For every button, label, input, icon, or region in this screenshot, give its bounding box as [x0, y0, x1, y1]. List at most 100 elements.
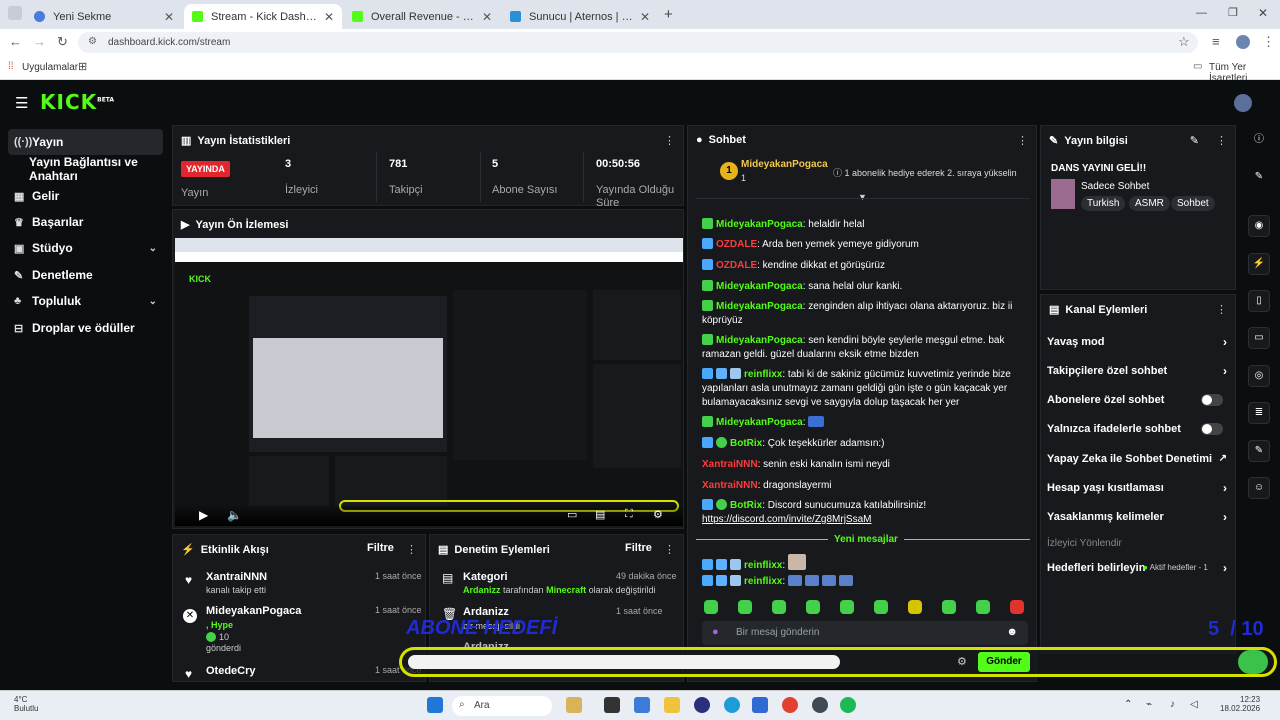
profile-avatar[interactable] — [1236, 35, 1250, 49]
pip-icon[interactable]: ▭ — [567, 508, 577, 521]
emote-quick-10[interactable] — [1010, 600, 1024, 614]
emote-quick-4[interactable] — [806, 600, 820, 614]
edit-icon[interactable]: ✎ — [1248, 167, 1270, 189]
start-windows-icon[interactable] — [427, 697, 443, 713]
volume-icon[interactable]: 🔈 — [227, 508, 242, 522]
activity-user[interactable]: MideyakanPogaca — [206, 605, 301, 617]
teams-icon[interactable] — [634, 697, 650, 713]
action-emote-only[interactable]: Yalnızca ifadelerle sohbet — [1047, 414, 1233, 443]
user-avatar[interactable] — [1234, 94, 1252, 112]
task-view-icon[interactable] — [604, 697, 620, 713]
kick-logo[interactable]: KICKBETA — [40, 90, 114, 114]
play-icon[interactable]: ▶ — [199, 508, 208, 522]
tag-chip[interactable]: Sohbet — [1171, 196, 1215, 211]
edit-pencil-icon[interactable]: ✎ — [1190, 134, 1199, 147]
app-icon[interactable] — [694, 697, 710, 713]
info-icon[interactable]: ⓘ — [1248, 130, 1270, 152]
action-followers-only[interactable]: Takipçilere özel sohbet › — [1047, 356, 1233, 385]
clock[interactable]: 12:23 18.02.2026 — [1220, 695, 1260, 713]
action-subscribers-only[interactable]: Abonelere özel sohbet — [1047, 385, 1233, 414]
emote-quick-9[interactable] — [976, 600, 990, 614]
activity-user[interactable]: XantraiNNN — [206, 571, 267, 583]
camera-icon[interactable]: ◉ — [1248, 215, 1270, 237]
bookmark-star-icon[interactable]: ☆ — [1178, 34, 1190, 50]
back-icon[interactable]: ← — [9, 34, 22, 49]
moderation-filter-button[interactable]: Filtre — [625, 542, 652, 554]
send-button[interactable]: Gönder — [978, 652, 1030, 672]
window-close-icon[interactable]: ✕ — [1258, 6, 1268, 20]
tab-list-icon[interactable] — [8, 6, 22, 20]
tab-stream-dashboard[interactable]: Stream - Kick Dashboard ✕ — [184, 4, 342, 29]
collapse-arrow-icon[interactable]: ▼ — [858, 192, 867, 202]
emote-quick-7[interactable] — [908, 600, 922, 614]
more-icon[interactable]: ⋮ — [1216, 303, 1227, 316]
edge-icon[interactable] — [724, 697, 740, 713]
action-slow-mode[interactable]: Yavaş mod › — [1047, 327, 1233, 356]
emote-only-toggle[interactable] — [1201, 422, 1223, 435]
chat-settings-gear-icon[interactable]: ⚙ — [957, 655, 967, 668]
microphone-icon[interactable]: ● — [712, 626, 719, 638]
theater-icon[interactable]: ▤ — [595, 508, 605, 521]
sidebar-item-studyo[interactable]: ▣ Stüdyo ⌄ — [8, 235, 163, 261]
emote-quick-2[interactable] — [738, 600, 752, 614]
chrome-icon[interactable] — [782, 697, 798, 713]
fullscreen-icon[interactable]: ⛶ — [625, 508, 633, 521]
lightning-icon[interactable]: ⚡ — [1248, 253, 1270, 275]
action-set-goals[interactable]: Hedefleri belirleyin ● Aktif hedefler - 1… — [1047, 553, 1233, 582]
tab-overall-revenue[interactable]: Overall Revenue - Kick Dashbo... ✕ — [344, 4, 500, 29]
file-explorer-icon[interactable] — [664, 697, 680, 713]
sidebar-item-droplar[interactable]: ⊟ Droplar ve ödüller — [8, 315, 163, 341]
tab-aternos[interactable]: Sunucu | Aternos | Ücretsiz Min... ✕ — [502, 4, 658, 29]
maximize-icon[interactable]: ❐ — [1228, 6, 1238, 19]
user-icon[interactable]: ☺ — [1248, 477, 1270, 499]
close-icon[interactable]: ✕ — [324, 10, 334, 24]
volume-icon[interactable]: ◁ — [1190, 699, 1198, 710]
emote-quick-6[interactable] — [874, 600, 888, 614]
more-icon[interactable]: ⋮ — [1216, 134, 1227, 147]
tab-new-tab[interactable]: Yeni Sekme ✕ — [26, 4, 182, 29]
new-tab-plus-icon[interactable]: + — [664, 6, 673, 23]
emoji-icon[interactable]: ☻ — [1006, 626, 1018, 638]
weather-widget[interactable]: 4°C Bulutlu — [14, 695, 38, 713]
top-gifter-name[interactable]: MideyakanPogaca — [741, 159, 828, 170]
sidebar-item-gelir[interactable]: ▦ Gelir — [8, 183, 163, 209]
document-icon[interactable]: ▯ — [1248, 290, 1270, 312]
tag-chip[interactable]: Turkish — [1081, 196, 1126, 211]
close-icon[interactable]: ✕ — [164, 10, 174, 24]
reload-icon[interactable]: ↻ — [57, 34, 68, 50]
reading-list-icon[interactable]: ≡ — [1212, 34, 1220, 49]
emote-quick-1[interactable] — [704, 600, 718, 614]
tag-chip[interactable]: ASMR — [1129, 196, 1170, 211]
video-preview[interactable]: KICK ▶ 🔈 ▭ ▤ ⛶ ⚙ — [175, 238, 683, 526]
emote-quick-5[interactable] — [840, 600, 854, 614]
more-icon[interactable]: ⋮ — [406, 543, 417, 556]
store-icon[interactable] — [752, 697, 768, 713]
mic-icon[interactable]: ♪ — [1170, 699, 1175, 710]
network-icon[interactable]: ⌁ — [1146, 699, 1152, 710]
spotify-icon[interactable] — [840, 697, 856, 713]
apps-grid-icon[interactable]: ⁞⁞ — [8, 61, 14, 72]
settings-gear-icon[interactable]: ⚙ — [653, 508, 663, 521]
minimize-icon[interactable]: — — [1196, 7, 1207, 19]
discord-link[interactable]: https://discord.com/invite/Zg8MrjSsaM — [702, 514, 872, 525]
tab-groups-icon[interactable]: ⊞ — [78, 60, 87, 73]
sidebar-item-yayin[interactable]: ((·)) Yayın — [8, 129, 163, 155]
wrench-icon[interactable]: ✎ — [1248, 440, 1270, 462]
site-info-icon[interactable]: ⚙ — [88, 36, 97, 47]
widget-icon[interactable] — [566, 697, 582, 713]
url-bar[interactable]: ⚙ dashboard.kick.com/stream — [78, 32, 1198, 53]
chat-input[interactable]: ● Bir mesaj gönderin ☻ — [702, 621, 1028, 645]
broadcast-icon[interactable]: ◎ — [1248, 365, 1270, 387]
forward-icon[interactable]: → — [33, 34, 46, 49]
layers-icon[interactable]: ≣ — [1248, 402, 1270, 424]
close-icon[interactable]: ✕ — [640, 10, 650, 24]
sidebar-item-denetleme[interactable]: ✎ Denetleme — [8, 262, 163, 288]
bookmark-apps[interactable]: Uygulamalar — [22, 62, 78, 73]
stream-category[interactable]: Sadece Sohbet — [1081, 181, 1149, 192]
more-icon[interactable]: ⋮ — [664, 543, 675, 556]
action-banned-words[interactable]: Yasaklanmış kelimeler › — [1047, 502, 1233, 531]
action-account-age[interactable]: Hesap yaşı kısıtlaması › — [1047, 473, 1233, 502]
hamburger-menu-icon[interactable]: ☰ — [15, 94, 28, 112]
sidebar-item-stream-key[interactable]: Yayın Bağlantısı ve Anahtarı — [8, 155, 163, 183]
chat-icon[interactable]: ▭ — [1248, 327, 1270, 349]
